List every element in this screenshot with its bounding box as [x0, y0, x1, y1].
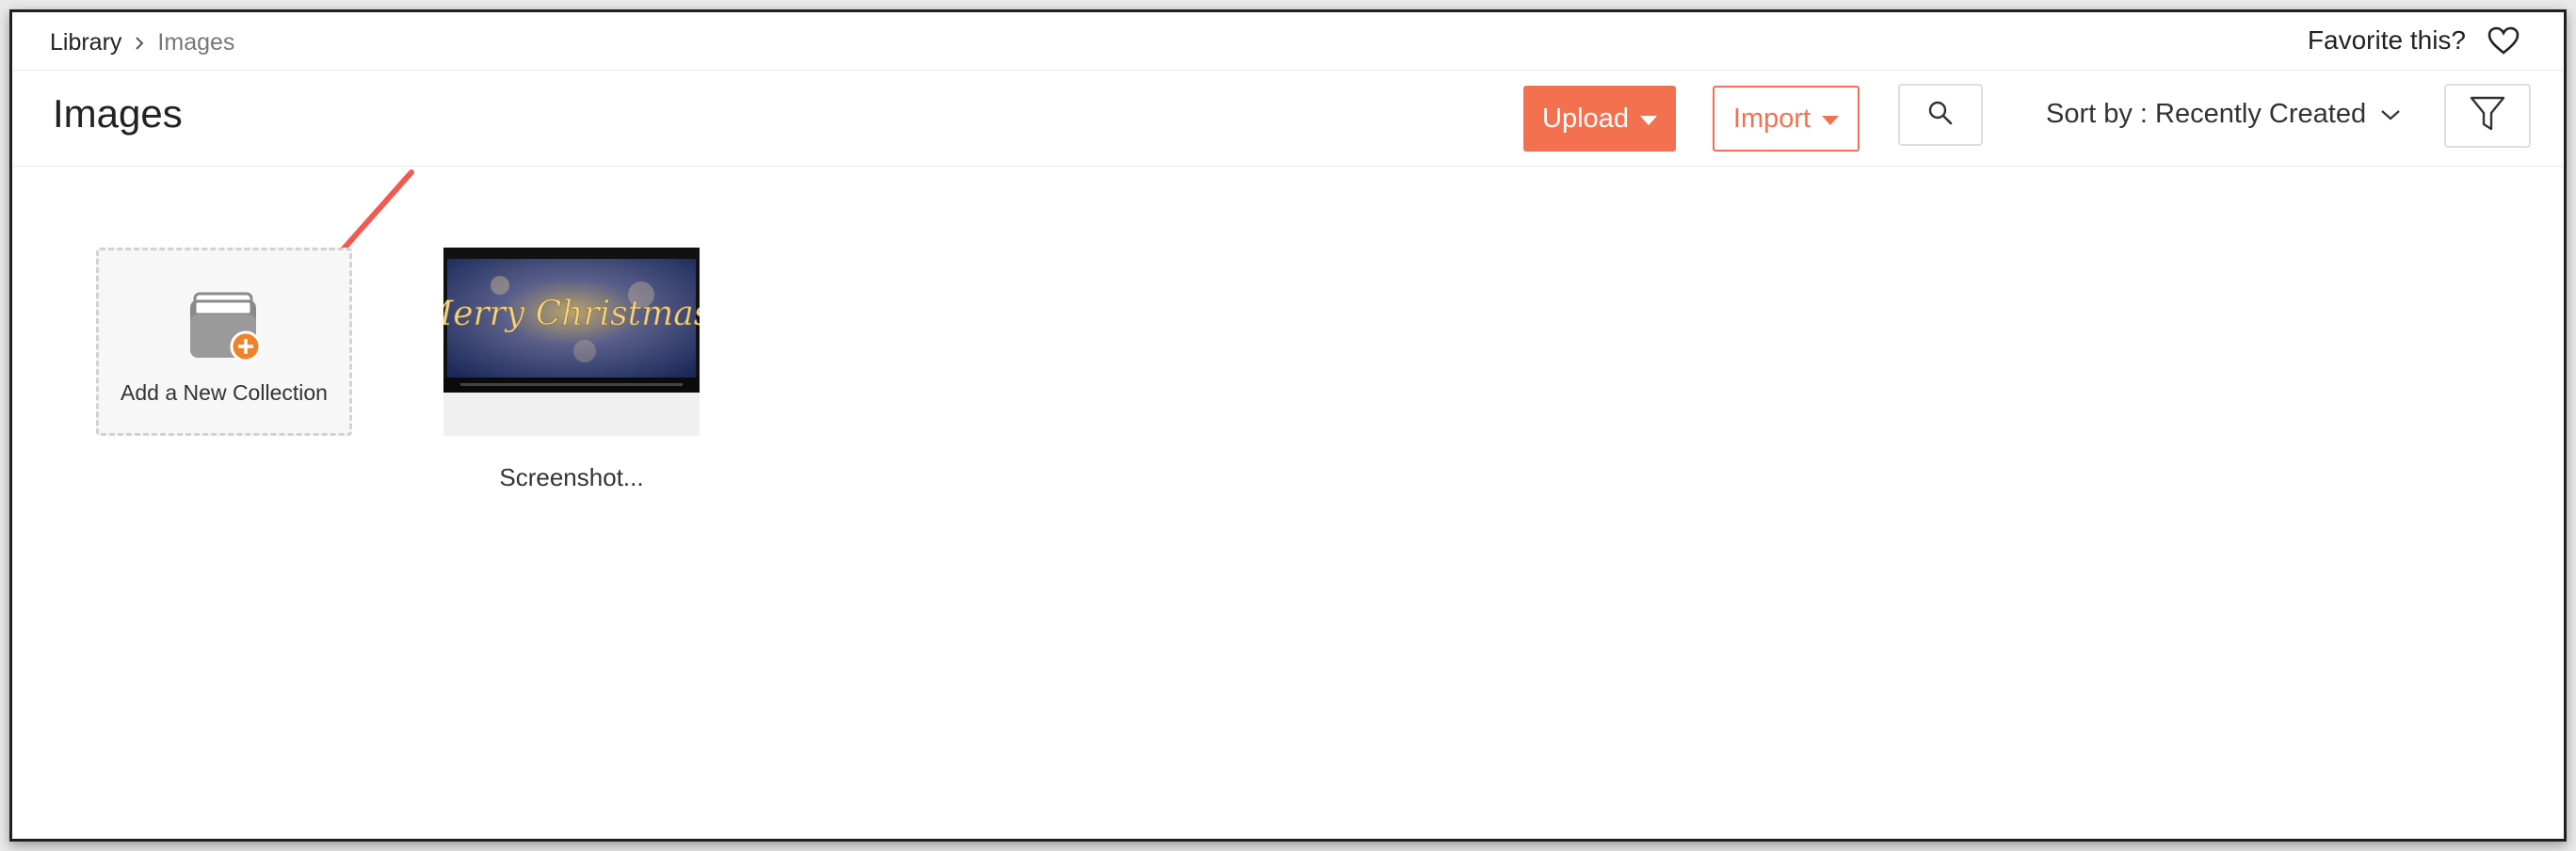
breadcrumb: Library Images [50, 29, 234, 56]
sort-dropdown[interactable]: Sort by : Recently Created [2046, 99, 2402, 130]
add-collection-card[interactable]: Add a New Collection [96, 248, 352, 436]
thumbnail-caption: Merry Christmas! [443, 295, 700, 333]
upload-button[interactable]: Upload [1523, 86, 1676, 152]
chevron-right-icon [133, 35, 146, 52]
heart-outline-icon[interactable] [2487, 25, 2520, 56]
add-collection-label: Add a New Collection [121, 380, 328, 405]
breadcrumb-library-link[interactable]: Library [50, 29, 121, 56]
image-thumbnail[interactable]: Merry Christmas! [443, 248, 700, 436]
breadcrumb-current: Images [157, 29, 235, 56]
search-icon [1926, 99, 1955, 132]
upload-button-label: Upload [1542, 103, 1629, 134]
page-title: Images [53, 91, 183, 136]
search-button[interactable] [1898, 84, 1983, 146]
thumbnail-image: Merry Christmas! [443, 248, 700, 393]
filter-icon [2469, 94, 2506, 138]
caret-down-icon [1822, 116, 1840, 125]
page-header: Images Upload Import Sort by : Recently … [12, 71, 2564, 167]
breadcrumb-bar: Library Images Favorite this? [12, 12, 2564, 71]
favorite-toggle[interactable]: Favorite this? [2308, 25, 2520, 56]
import-button[interactable]: Import [1713, 86, 1860, 152]
import-button-label: Import [1732, 103, 1811, 134]
sort-label: Sort by : Recently Created [2046, 99, 2367, 129]
image-label[interactable]: Screenshot... [443, 463, 700, 492]
filter-button[interactable] [2444, 84, 2531, 148]
favorite-label: Favorite this? [2307, 25, 2466, 55]
app-window: Library Images Favorite this? Images Upl… [9, 9, 2567, 842]
caret-down-icon [1639, 116, 1657, 125]
image-card[interactable]: Merry Christmas! Screenshot... [443, 248, 700, 492]
chevron-down-icon [2379, 99, 2402, 130]
folder-add-icon [186, 290, 267, 370]
